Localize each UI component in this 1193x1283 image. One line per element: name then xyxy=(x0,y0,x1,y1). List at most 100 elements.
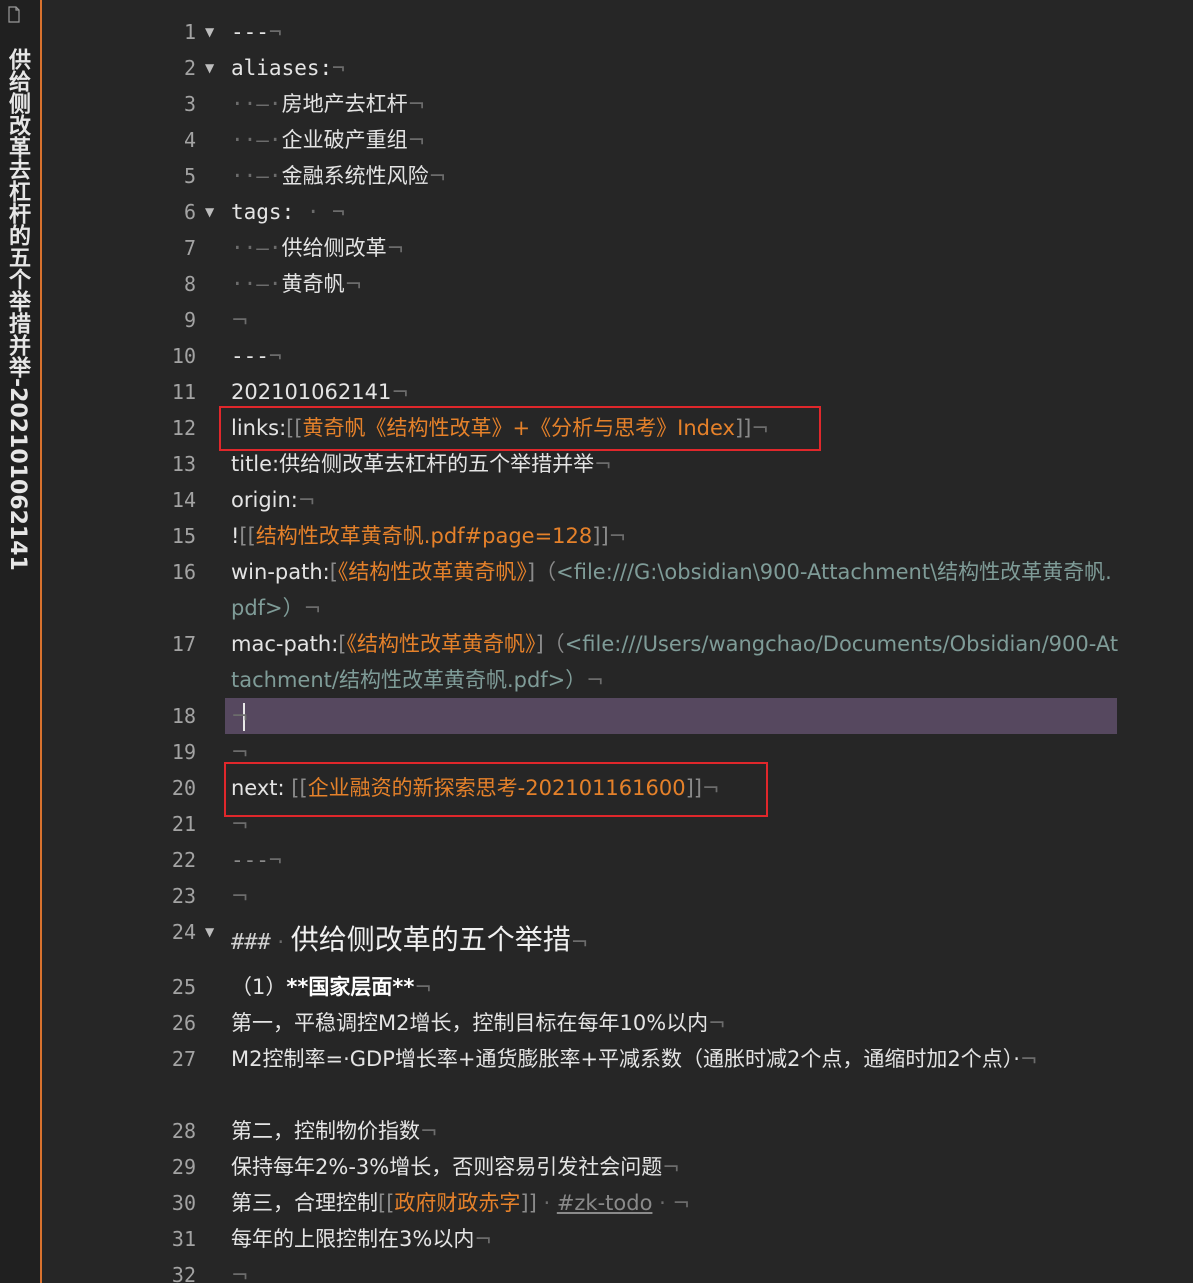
pilcrow: ¬ xyxy=(608,524,627,548)
editor-line[interactable]: ### · 供给侧改革的五个举措¬ xyxy=(231,918,1121,965)
todo-tag[interactable]: #zk-todo xyxy=(557,1191,653,1215)
note-tab-title[interactable]: 供给侧改革去杠杆的五个举措并举-202101062141 xyxy=(5,48,30,571)
fold-arrow-icon[interactable]: ▼ xyxy=(205,914,219,950)
line-number: 14 xyxy=(171,488,196,512)
line-number: 10 xyxy=(171,344,196,368)
line-number: 24 xyxy=(171,920,196,944)
alias-item: 房地产去杠杆 xyxy=(281,92,408,116)
editor-line[interactable]: 第一，平稳调控M2增长，控制目标在每年10%以内¬ xyxy=(231,1005,1121,1041)
fold-arrow-icon[interactable]: ▼ xyxy=(205,194,219,230)
editor-line[interactable]: ¬ xyxy=(231,302,1121,338)
editor-line[interactable]: （1）**国家层面**¬ xyxy=(231,969,1121,1005)
editor-line[interactable]: M2控制率=·GDP增长率+通货膨胀率+平减系数（通胀时减2个点，通缩时加2个点… xyxy=(231,1041,1091,1077)
line-number: 9 xyxy=(183,308,196,332)
paragraph-text: 第二，控制物价指数 xyxy=(231,1119,420,1143)
line-number: 32 xyxy=(171,1263,196,1283)
line-number: 20 xyxy=(171,776,196,800)
line-number: 21 xyxy=(171,812,196,836)
markdown-editor[interactable]: 1 2 3 4 5 6 7 8 9 10 11 12 13 14 15 16 1… xyxy=(44,0,1193,1283)
pilcrow: ¬ xyxy=(420,1119,438,1143)
fold-arrow-icon[interactable]: ▼ xyxy=(205,50,219,86)
line-number: 19 xyxy=(171,740,196,764)
line-number: 8 xyxy=(183,272,196,296)
line-number: 7 xyxy=(183,236,196,260)
editor-line[interactable]: ··–·企业破产重组¬ xyxy=(231,122,1121,158)
list-indent: ··–· xyxy=(231,236,282,260)
paragraph-text: 第三，合理控制 xyxy=(231,1191,378,1215)
embed-link[interactable]: 结构性改革黄奇帆.pdf#page=128 xyxy=(256,524,592,548)
editor-line[interactable]: title:供给侧改革去杠杆的五个举措并举¬ xyxy=(231,446,1121,482)
alias-item: 企业破产重组 xyxy=(281,128,408,152)
editor-line[interactable]: ¬ xyxy=(231,878,1121,914)
editor-line[interactable]: mac-path:[《结构性改革黄奇帆》]（<file:///Users/wan… xyxy=(231,626,1121,698)
editor-line[interactable]: tags: · ¬ xyxy=(231,194,1121,230)
editor-line[interactable]: 第二，控制物价指数¬ xyxy=(231,1113,1121,1149)
pilcrow: ¬ xyxy=(231,740,249,764)
line-number: 13 xyxy=(171,452,196,476)
line-number: 5 xyxy=(183,164,196,188)
line-number: 23 xyxy=(171,884,196,908)
editor-line[interactable]: ¬ xyxy=(231,698,1121,734)
pilcrow: ¬ xyxy=(570,930,589,954)
aliases-key: aliases: xyxy=(231,56,333,80)
section-number: （1） xyxy=(231,975,287,999)
editor-line[interactable]: 每年的上限控制在3%以内¬ xyxy=(231,1221,1121,1257)
link-brackets-close: ]] xyxy=(520,1191,537,1215)
pilcrow: ¬ xyxy=(332,56,345,80)
win-path-key: win-path: xyxy=(231,560,330,584)
pilcrow: ¬ xyxy=(407,128,426,152)
editor-line[interactable]: ![[结构性改革黄奇帆.pdf#page=128]]¬ xyxy=(231,518,1121,554)
link-brackets-open: [[ xyxy=(378,1191,395,1215)
mac-path-key: mac-path: xyxy=(231,632,339,656)
editor-line[interactable]: win-path:[《结构性改革黄奇帆》]（<file:///G:\obsidi… xyxy=(231,554,1121,626)
pilcrow: ¬ xyxy=(407,92,426,116)
line-number: 1 xyxy=(183,20,196,44)
pilcrow: ¬ xyxy=(586,668,604,692)
pilcrow: ¬ xyxy=(231,308,249,332)
pilcrow: ¬ xyxy=(332,200,345,224)
line-number: 6 xyxy=(183,200,196,224)
editor-line[interactable]: aliases:¬ xyxy=(231,50,1121,86)
editor-line[interactable]: 202101062141¬ xyxy=(231,374,1121,410)
line-number: 17 xyxy=(171,632,196,656)
pilcrow: ¬ xyxy=(386,236,405,260)
editor-line[interactable]: ··–·房地产去杠杆¬ xyxy=(231,86,1121,122)
tags-key: tags: xyxy=(231,200,295,224)
pilcrow: ¬ xyxy=(344,272,363,296)
editor-line[interactable]: ¬ xyxy=(231,1257,1121,1283)
title-line: title:供给侧改革去杠杆的五个举措并举 xyxy=(231,452,595,476)
line-number: 30 xyxy=(171,1191,196,1215)
frontmatter-dashes: --- xyxy=(231,20,269,44)
internal-link[interactable]: 政府财政赤字 xyxy=(394,1191,520,1215)
line-number: 28 xyxy=(171,1119,196,1143)
origin-line: origin: xyxy=(231,488,298,512)
line-number: 29 xyxy=(171,1155,196,1179)
editor-line[interactable]: ··–·黄奇帆¬ xyxy=(231,266,1121,302)
paragraph-text: M2控制率=·GDP增长率+通货膨胀率+平减系数（通胀时减2个点，通缩时加2个点… xyxy=(231,1047,1020,1071)
editor-line[interactable]: ---¬ xyxy=(231,842,1121,878)
vertical-note-tab[interactable]: 供给侧改革去杠杆的五个举措并举-202101062141 xyxy=(0,0,42,1283)
pilcrow: ¬ xyxy=(672,1191,691,1215)
editor-line[interactable]: 第三，合理控制[[政府财政赤字]] · #zk-todo · ¬ xyxy=(231,1185,1121,1221)
editor-line[interactable]: ---¬ xyxy=(231,338,1121,374)
editor-line[interactable]: ··–·供给侧改革¬ xyxy=(231,230,1121,266)
frontmatter-dashes: --- xyxy=(231,344,269,368)
pilcrow: ¬ xyxy=(594,452,612,476)
mac-path-label[interactable]: 《结构性改革黄奇帆》 xyxy=(346,632,535,656)
list-indent: ··–· xyxy=(231,164,282,188)
heading-hashes: ### xyxy=(231,930,271,955)
editor-line[interactable]: ---¬ xyxy=(231,14,1121,50)
paragraph-text: 保持每年2%-3%增长，否则容易引发社会问题 xyxy=(231,1155,663,1179)
pilcrow: ¬ xyxy=(474,1227,492,1251)
obsidian-window: 供给侧改革去杠杆的五个举措并举-202101062141 1 2 3 4 5 6… xyxy=(0,0,1193,1283)
tag-item: 供给侧改革 xyxy=(281,236,387,260)
editor-line[interactable]: origin:¬ xyxy=(231,482,1121,518)
line-number: 4 xyxy=(183,128,196,152)
alias-item: 金融系统性风险 xyxy=(281,164,429,188)
win-path-label[interactable]: 《结构性改革黄奇帆》 xyxy=(338,560,527,584)
line-number: 25 xyxy=(171,975,196,999)
list-indent: ··–· xyxy=(231,272,282,296)
editor-line[interactable]: ··–·金融系统性风险¬ xyxy=(231,158,1121,194)
fold-arrow-icon[interactable]: ▼ xyxy=(205,14,219,50)
editor-line[interactable]: 保持每年2%-3%增长，否则容易引发社会问题¬ xyxy=(231,1149,1121,1185)
